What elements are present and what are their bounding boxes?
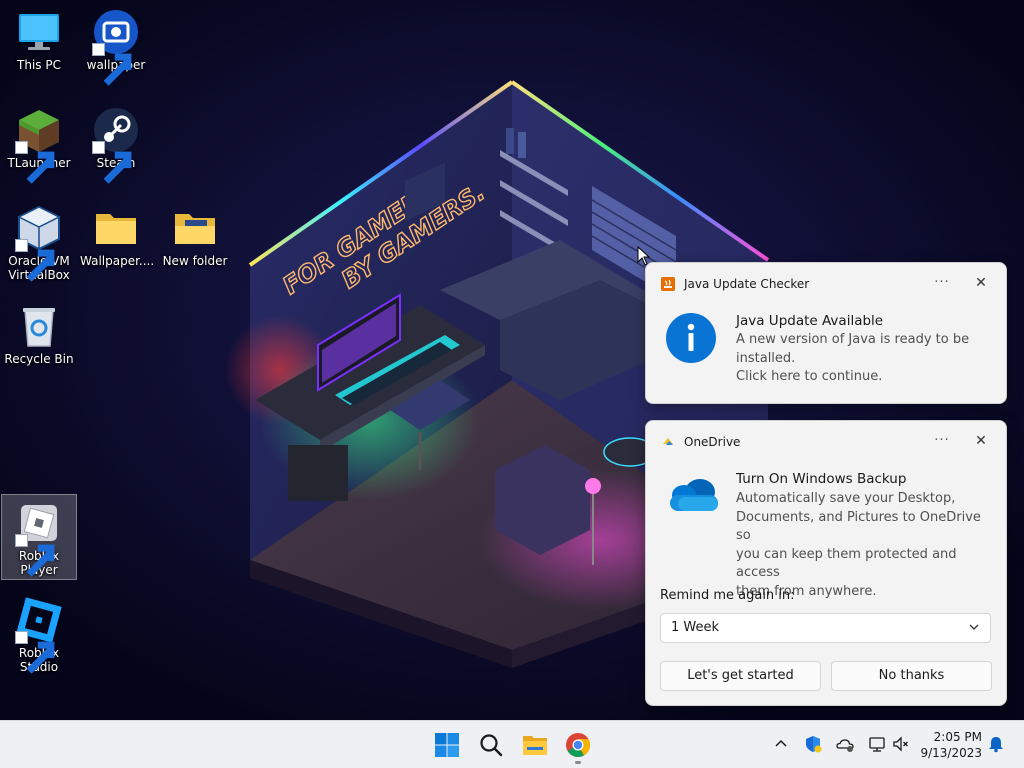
chrome-button[interactable]: [564, 731, 592, 759]
notification-app-name: Java Update Checker: [684, 277, 810, 291]
notification-center-button[interactable]: [987, 735, 1005, 753]
folder-icon: [96, 214, 136, 244]
onedrive-tray-button[interactable]: [836, 735, 854, 753]
defender-icon: [806, 736, 822, 753]
notification-app-name: OneDrive: [684, 435, 741, 449]
desktop-icon-virtualbox[interactable]: Oracle VM VirtualBox: [1, 200, 77, 286]
notification-title: Java Update Available: [736, 313, 884, 329]
lets-get-started-button[interactable]: Let's get started: [660, 661, 821, 691]
remind-interval-dropdown[interactable]: 1 Week: [660, 613, 991, 643]
shortcut-arrow-icon: [15, 141, 55, 184]
volume-muted-icon: [893, 736, 908, 752]
start-button[interactable]: [433, 731, 461, 759]
desktop-icon-tlauncher[interactable]: TLauncher: [1, 102, 77, 188]
remind-interval-value: 1 Week: [671, 620, 720, 635]
notification-body-line: Click here to continue.: [736, 369, 883, 384]
show-hidden-icons-button[interactable]: [772, 735, 790, 753]
volume-tray-button[interactable]: [892, 735, 910, 753]
chrome-icon: [566, 733, 590, 758]
folder-icon: [175, 214, 215, 244]
desktop-icon-new-folder[interactable]: New folder: [157, 200, 233, 286]
notification-header: OneDrive ··· ✕: [646, 421, 1006, 461]
this-pc-icon: [19, 14, 59, 50]
notification-body-line: Automatically save your Desktop,: [736, 491, 956, 506]
network-icon: [869, 737, 885, 752]
file-explorer-button[interactable]: [521, 731, 549, 759]
desktop-icon-label: This PC: [17, 58, 61, 72]
desktop-icon-steam[interactable]: Steam: [78, 102, 154, 188]
notification-body: A new version of Java is ready to be ins…: [736, 331, 994, 387]
shortcut-arrow-icon: [92, 141, 132, 184]
chevron-down-icon: [969, 624, 979, 630]
search-button[interactable]: [477, 731, 505, 759]
defender-tray-button[interactable]: [804, 735, 822, 753]
notification-body-line: installed.: [736, 350, 796, 366]
shortcut-arrow-icon: [15, 631, 55, 674]
notification-body[interactable]: Automatically save your Desktop, Documen…: [736, 490, 994, 601]
shortcut-arrow-icon: [92, 43, 132, 86]
desktop-icon-this-pc[interactable]: This PC: [1, 4, 77, 90]
desktop-icon-wallpaper-folder[interactable]: Wallpaper....: [78, 200, 154, 286]
no-thanks-button[interactable]: No thanks: [831, 661, 992, 691]
onedrive-app-icon: [663, 438, 673, 445]
java-update-notification[interactable]: Java Update Checker ··· ✕ Java Update Av…: [645, 262, 1007, 404]
close-notification-button[interactable]: ✕: [972, 432, 990, 450]
onedrive-cloud-icon: [670, 479, 718, 511]
desktop-icon-label: Recycle Bin: [4, 352, 74, 366]
chrome-running-indicator: [575, 761, 581, 764]
desktop-icon-roblox-player[interactable]: Roblox Player: [1, 494, 77, 580]
info-icon: [666, 313, 716, 363]
desktop-icon-label: Wallpaper....: [80, 254, 155, 268]
close-notification-button[interactable]: ✕: [972, 274, 990, 292]
desktop-icon-label: New folder: [162, 254, 228, 268]
search-icon: [480, 734, 503, 757]
network-tray-button[interactable]: [868, 735, 886, 753]
notification-title: Turn On Windows Backup: [736, 471, 907, 487]
notification-body-line: you can keep them protected and access: [736, 546, 957, 581]
notification-body-line: Documents, and Pictures to OneDrive so: [736, 509, 981, 544]
file-explorer-icon: [523, 736, 547, 755]
desktop-icon-recycle-bin[interactable]: Recycle Bin: [1, 298, 77, 384]
more-options-button[interactable]: ···: [932, 433, 952, 449]
shortcut-arrow-icon: [15, 534, 55, 577]
more-options-button[interactable]: ···: [932, 275, 952, 291]
desktop-icon-wallpaper[interactable]: wallpaper: [78, 4, 154, 90]
clock-date: 9/13/2023: [920, 746, 982, 760]
chevron-up-icon: [775, 739, 787, 747]
clock-time: 2:05 PM: [933, 730, 982, 744]
remind-label: Remind me again in:: [660, 588, 795, 603]
notification-header: Java Update Checker ··· ✕: [646, 263, 1006, 303]
taskbar: 2:05 PM 9/13/2023: [0, 720, 1024, 768]
notification-bell-icon: [989, 737, 1003, 753]
notification-body-line: A new version of Java is ready to be: [736, 332, 970, 347]
recycle-bin-icon: [23, 308, 55, 347]
shortcut-arrow-icon: [15, 239, 55, 282]
start-icon: [435, 733, 459, 757]
onedrive-backup-notification: OneDrive ··· ✕ Turn On Windows Backup Au…: [645, 420, 1007, 706]
onedrive-tray-icon: [836, 739, 854, 752]
taskbar-clock[interactable]: 2:05 PM 9/13/2023: [916, 729, 982, 761]
desktop-icon-roblox-studio[interactable]: Roblox Studio: [1, 592, 77, 678]
java-app-icon: [661, 277, 675, 291]
